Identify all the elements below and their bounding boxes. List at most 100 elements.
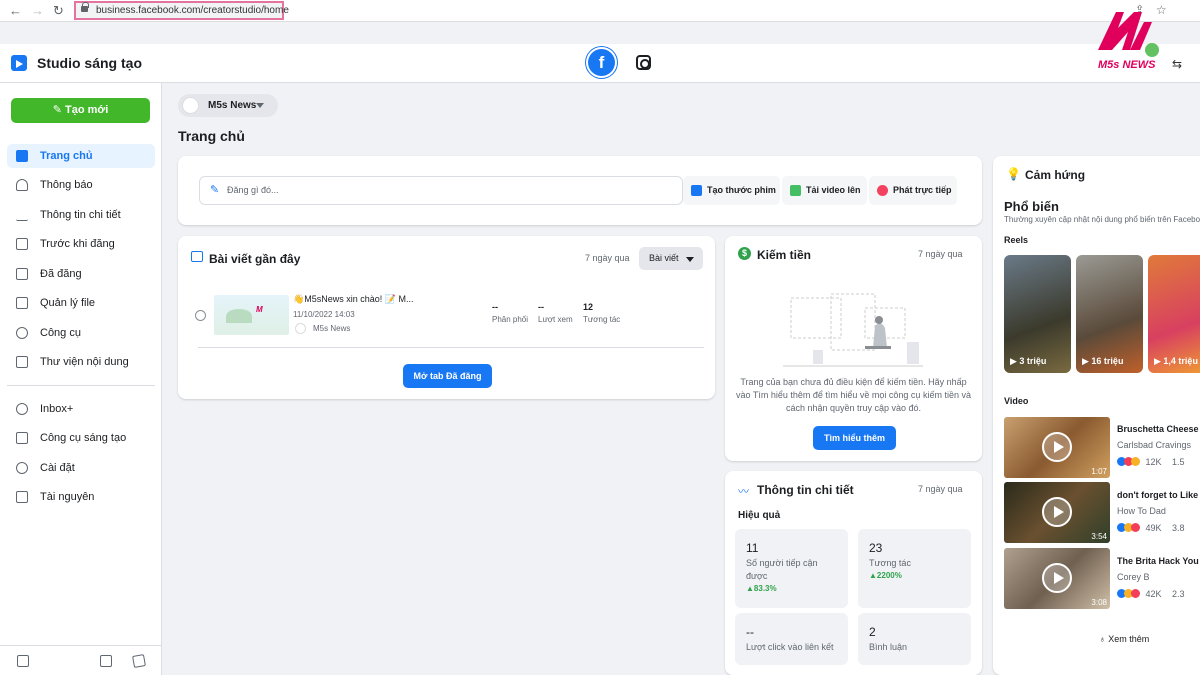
post-page-name: M5s News bbox=[313, 324, 351, 333]
link-clicks-stat[interactable]: -- Lượt click vào liên kết bbox=[735, 613, 848, 665]
stat-label: Số người tiếp cận được bbox=[746, 558, 818, 581]
document-icon bbox=[16, 238, 28, 250]
post-type-select[interactable]: Bài viết bbox=[639, 247, 703, 270]
url-text: business.facebook.com/creatorstudio/home bbox=[96, 5, 289, 16]
video-channel: Corey B bbox=[1117, 572, 1150, 582]
reach-stat[interactable]: 11 Số người tiếp cận được ▲83.3% bbox=[735, 529, 848, 608]
create-reel-label: Tạo thước phim bbox=[707, 185, 776, 195]
sidebar-footer bbox=[0, 645, 162, 675]
app-header: Studio sáng tạo f bbox=[0, 44, 1200, 83]
stat-value: 23 bbox=[869, 541, 883, 555]
wow-icon bbox=[1131, 457, 1140, 466]
popular-heading: Phổ biến bbox=[1004, 199, 1059, 214]
reaction-count: 12K bbox=[1145, 457, 1162, 467]
engagement-stat[interactable]: 23 Tương tác ▲2200% bbox=[858, 529, 971, 608]
compose-card: ✎ Đăng gì đó... Tạo thước phim Tải video… bbox=[178, 156, 982, 225]
play-icon bbox=[1042, 497, 1072, 527]
popular-subtitle: Thường xuyên cập nhật nội dung phổ biến … bbox=[1004, 215, 1200, 224]
address-bar[interactable]: business.facebook.com/creatorstudio/home bbox=[74, 1, 289, 20]
inspiration-card: 💡 Cảm hứng Phổ biến Thường xuyên cập nhậ… bbox=[993, 156, 1200, 675]
video-duration: 1:07 bbox=[1091, 467, 1107, 476]
reel-card[interactable]: ▶ 16 triệu bbox=[1076, 255, 1143, 373]
monetization-title: Kiếm tiền bbox=[757, 248, 812, 262]
insights-range: 7 ngày qua bbox=[918, 484, 963, 494]
sidebar-toggle-icon[interactable] bbox=[17, 655, 29, 667]
sidebar-item-insights[interactable]: Thông tin chi tiết bbox=[7, 203, 155, 227]
video-channel: How To Dad bbox=[1117, 506, 1166, 516]
see-more-label: Xem thêm bbox=[1108, 634, 1150, 644]
video-title[interactable]: don't forget to Like o bbox=[1117, 490, 1200, 500]
recent-posts-title: Bài viết gần đây bbox=[209, 252, 301, 266]
video-title[interactable]: The Brita Hack You bbox=[1117, 556, 1199, 566]
creator-studio-logo-icon bbox=[11, 55, 27, 71]
sidebar-item-label: Tài nguyên bbox=[40, 491, 95, 503]
sidebar-item-drafts[interactable]: Trước khi đăng bbox=[7, 232, 155, 256]
edit-icon: ✎ bbox=[52, 104, 65, 116]
reaction-count: 49K bbox=[1145, 523, 1162, 533]
love-icon bbox=[1131, 589, 1140, 598]
stat-value: -- bbox=[492, 302, 498, 312]
reel-views: ▶ 16 triệu bbox=[1082, 356, 1123, 367]
reel-card[interactable]: ▶ 1,4 triệu bbox=[1148, 255, 1200, 373]
stat-value: 12 bbox=[583, 302, 594, 312]
stat-change-value: 83.3% bbox=[753, 584, 777, 593]
forward-icon[interactable]: → bbox=[31, 3, 44, 18]
stat-label: Tương tác bbox=[583, 315, 621, 324]
bell-icon bbox=[16, 179, 28, 191]
video-thumbnail[interactable]: 3:08 bbox=[1004, 548, 1110, 609]
learn-more-button[interactable]: Tìm hiểu thêm bbox=[813, 426, 896, 450]
sidebar-item-published[interactable]: Đã đăng bbox=[7, 262, 155, 286]
create-new-button[interactable]: ✎ Tạo mới bbox=[11, 98, 150, 123]
sidebar-item-content-library[interactable]: Thư viện nội dung bbox=[7, 350, 155, 374]
post-input[interactable]: ✎ Đăng gì đó... bbox=[199, 176, 683, 205]
see-more-link[interactable]: ♁ Xem thêm bbox=[1099, 634, 1149, 644]
page-selector[interactable]: M5s News bbox=[178, 94, 278, 117]
sidebar-item-creative-tools[interactable]: Công cụ sáng tạo bbox=[7, 426, 155, 450]
reel-views-value: 1,4 triệu bbox=[1163, 356, 1198, 366]
inbox-icon bbox=[16, 403, 28, 415]
sidebar-item-home[interactable]: Trang chủ bbox=[7, 144, 155, 168]
instagram-icon[interactable] bbox=[636, 55, 651, 70]
brand-text: M5s NEWS bbox=[1098, 59, 1156, 71]
collapse-arrows-icon[interactable]: ⇆ bbox=[1172, 57, 1182, 71]
post-thumbnail[interactable]: M bbox=[214, 295, 289, 335]
book-icon[interactable] bbox=[132, 654, 146, 668]
video-thumbnail[interactable]: 1:07 bbox=[1004, 417, 1110, 478]
create-reel-button[interactable]: Tạo thước phim bbox=[683, 176, 780, 205]
upload-video-button[interactable]: Tải video lên bbox=[782, 176, 867, 205]
sidebar-item-tools[interactable]: Công cụ bbox=[7, 321, 155, 345]
stat-change: ▲83.3% bbox=[746, 584, 777, 593]
back-icon[interactable]: ← bbox=[9, 3, 22, 18]
post-text[interactable]: 👋M5sNews xin chào! 📝 M... bbox=[293, 294, 413, 305]
video-title[interactable]: Bruschetta Cheese B bbox=[1117, 424, 1200, 434]
go-live-button[interactable]: Phát trực tiếp bbox=[869, 176, 957, 205]
stat-value: -- bbox=[538, 302, 544, 312]
page-avatar bbox=[295, 323, 306, 334]
reel-views: ▶ 1,4 triệu bbox=[1154, 356, 1198, 367]
facebook-icon[interactable]: f bbox=[588, 49, 615, 76]
sidebar-item-file-manager[interactable]: Quản lý file bbox=[7, 291, 155, 315]
video-thumbnail[interactable]: 3:54 bbox=[1004, 482, 1110, 543]
app-title: Studio sáng tạo bbox=[37, 55, 142, 71]
sidebar-item-label: Công cụ sáng tạo bbox=[40, 432, 127, 444]
sidebar-item-notifications[interactable]: Thông báo bbox=[7, 173, 155, 197]
upload-video-label: Tải video lên bbox=[806, 185, 861, 195]
stat-label: Lượt xem bbox=[538, 315, 573, 324]
love-icon bbox=[1131, 523, 1140, 532]
video-heading: Video bbox=[1004, 396, 1029, 406]
comments-stat[interactable]: 2 Bình luận bbox=[858, 613, 971, 665]
sidebar-item-inbox[interactable]: Inbox+ bbox=[7, 397, 155, 421]
photo-video-icon bbox=[790, 185, 801, 196]
reel-views: ▶ 3 triệu bbox=[1010, 356, 1046, 367]
sidebar-item-settings[interactable]: Cài đặt bbox=[7, 456, 155, 480]
sidebar-item-resources[interactable]: Tài nguyên bbox=[7, 485, 155, 509]
monetization-card: $ Kiếm tiền 7 ngày qua Trang của bạn chư… bbox=[725, 236, 982, 461]
reel-card[interactable]: ▶ 3 triệu bbox=[1004, 255, 1071, 373]
open-published-tab-button[interactable]: Mở tab Đã đăng bbox=[403, 364, 492, 388]
sidebar-item-label: Đã đăng bbox=[40, 268, 82, 280]
dollar-icon: $ bbox=[738, 247, 751, 260]
table-icon[interactable] bbox=[100, 655, 112, 667]
sidebar-item-label: Thư viện nội dung bbox=[40, 356, 129, 368]
reload-icon[interactable]: ↻ bbox=[53, 3, 64, 19]
page-name: M5s News bbox=[208, 100, 257, 111]
